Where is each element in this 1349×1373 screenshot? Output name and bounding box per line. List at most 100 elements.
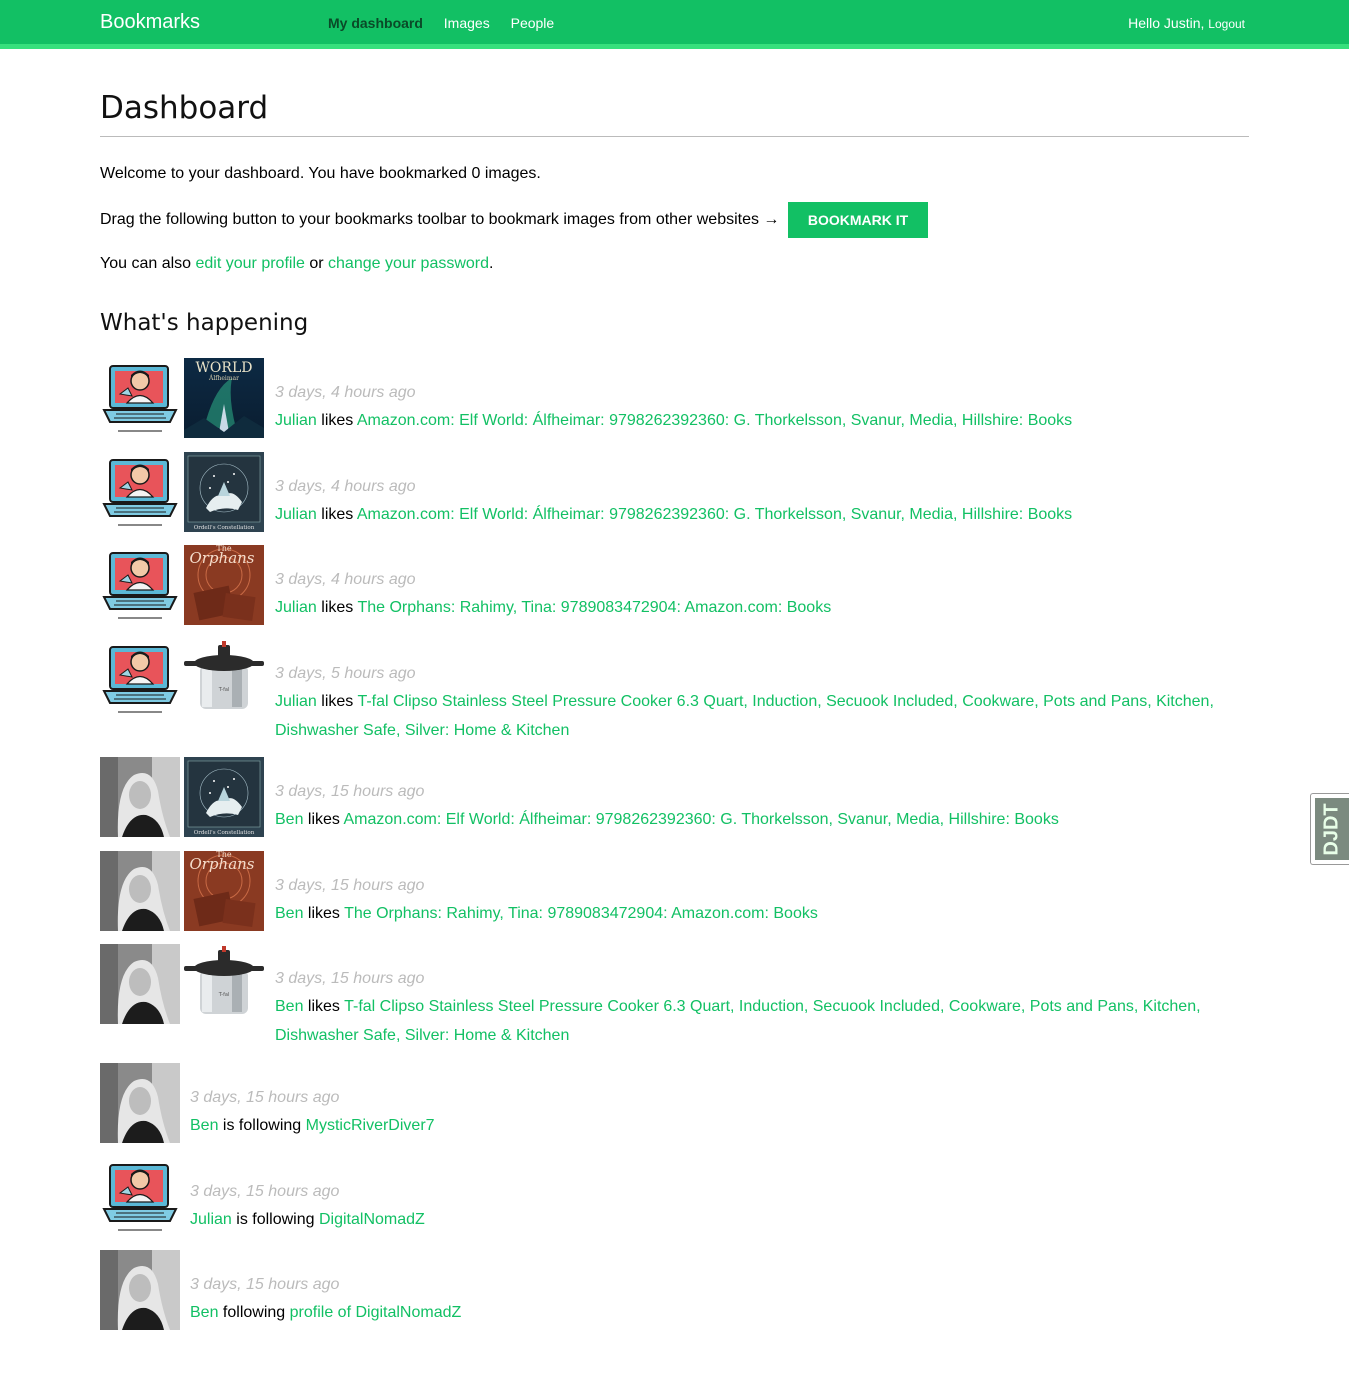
svg-text:T-fal: T-fal xyxy=(218,687,230,693)
site-logo[interactable]: Bookmarks xyxy=(100,11,200,34)
svg-text:Orphans: Orphans xyxy=(189,549,254,567)
pressure-cooker-image: T-fal xyxy=(184,944,264,1024)
pressure-cooker-image: T-fal xyxy=(184,639,264,719)
laptop-man-avatar xyxy=(100,1157,180,1237)
svg-text:Ordell's Constellation: Ordell's Constellation xyxy=(194,830,255,836)
action-verb: likes xyxy=(321,412,354,429)
action-date: 3 days, 15 hours ago xyxy=(275,877,425,894)
logout-link[interactable]: Logout xyxy=(1208,17,1245,31)
action-date: 3 days, 15 hours ago xyxy=(190,1089,340,1106)
action-info: 3 days, 5 hours ago Julian likes T-fal Cl… xyxy=(275,659,1235,745)
action-info: 3 days, 15 hours ago Ben likes The Orphan… xyxy=(275,871,1235,929)
main-menu: My dashboard Images People xyxy=(328,15,571,31)
menu-item-images[interactable]: Images xyxy=(444,15,490,31)
user-greeting: Hello Justin, Logout xyxy=(1128,15,1245,31)
action-target-link[interactable]: MysticRiverDiver7 xyxy=(306,1117,435,1134)
welcome-text: Welcome to your dashboard. You have book… xyxy=(100,165,541,182)
svg-text:Ordell's Constellation: Ordell's Constellation xyxy=(194,525,255,531)
action-target-link[interactable]: DigitalNomadZ xyxy=(319,1211,425,1228)
bookmark-it-button[interactable]: BOOKMARK IT xyxy=(787,202,929,238)
bw-portrait-avatar xyxy=(100,944,180,1024)
laptop-man-avatar xyxy=(100,639,180,719)
edit-profile-link[interactable]: edit your profile xyxy=(196,255,305,272)
section-title: What's happening xyxy=(100,310,309,336)
action-user-link[interactable]: Julian xyxy=(275,412,317,429)
svg-text:Orphans: Orphans xyxy=(189,855,254,873)
laptop-man-avatar xyxy=(100,545,180,625)
laptop-man-avatar xyxy=(100,358,180,438)
orphans-cover-image: The Orphans xyxy=(184,851,264,931)
action-date: 3 days, 4 hours ago xyxy=(275,478,416,495)
action-date: 3 days, 15 hours ago xyxy=(275,970,425,987)
also-text: You can also xyxy=(100,255,192,272)
user-avatar[interactable] xyxy=(100,944,180,1024)
action-info: 3 days, 4 hours ago Julian likes Amazon.c… xyxy=(275,472,1235,530)
target-thumbnail[interactable]: WORLD Álfheimar xyxy=(184,358,264,438)
menu-item-dashboard[interactable]: My dashboard xyxy=(328,15,423,31)
action-verb: following xyxy=(222,1304,286,1321)
user-avatar[interactable] xyxy=(100,1250,180,1330)
action-target-link[interactable]: profile of DigitalNomadZ xyxy=(290,1304,462,1321)
action-target-link[interactable]: T-fal Clipso Stainless Steel Pressure Co… xyxy=(275,998,1201,1044)
target-thumbnail[interactable]: The Orphans xyxy=(184,545,264,625)
bw-portrait-avatar xyxy=(100,1063,180,1143)
action-verb: likes xyxy=(307,905,340,922)
action-date: 3 days, 15 hours ago xyxy=(275,783,425,800)
action-verb: likes xyxy=(321,693,354,710)
action-target-link[interactable]: The Orphans: Rahimy, Tina: 9789083472904… xyxy=(357,599,831,616)
elf-world-cover-image: WORLD Álfheimar xyxy=(184,358,264,438)
target-thumbnail[interactable]: Ordell's Constellation xyxy=(184,452,264,532)
action-user-link[interactable]: Julian xyxy=(275,506,317,523)
action-target-link[interactable]: Amazon.com: Elf World: Álfheimar: 979826… xyxy=(357,412,1072,429)
action-user-link[interactable]: Ben xyxy=(275,811,303,828)
target-thumbnail[interactable]: T-fal xyxy=(184,639,264,719)
action-date: 3 days, 4 hours ago xyxy=(275,384,416,401)
action-info: 3 days, 15 hours ago Ben following profil… xyxy=(190,1270,1235,1328)
debug-toolbar-handle[interactable]: DJDT xyxy=(1310,793,1349,865)
user-avatar[interactable] xyxy=(100,1063,180,1143)
action-info: 3 days, 15 hours ago Julian is following … xyxy=(190,1177,1235,1235)
action-target-link[interactable]: T-fal Clipso Stainless Steel Pressure Co… xyxy=(275,693,1214,739)
action-user-link[interactable]: Ben xyxy=(275,905,303,922)
user-avatar[interactable] xyxy=(100,851,180,931)
action-user-link[interactable]: Julian xyxy=(190,1211,232,1228)
target-thumbnail[interactable]: T-fal xyxy=(184,944,264,1024)
action-verb: likes xyxy=(321,599,354,616)
constellation-cover-image: Ordell's Constellation xyxy=(184,452,264,532)
action-user-link[interactable]: Julian xyxy=(275,693,317,710)
user-avatar[interactable] xyxy=(100,358,180,438)
action-user-link[interactable]: Ben xyxy=(190,1117,218,1134)
main-content: Dashboard Welcome to your dashboard. You… xyxy=(100,90,1249,336)
action-target-link[interactable]: The Orphans: Rahimy, Tina: 9789083472904… xyxy=(344,905,818,922)
action-user-link[interactable]: Julian xyxy=(275,599,317,616)
profile-links-paragraph: You can also edit your profile or change… xyxy=(100,255,494,272)
constellation-cover-image: Ordell's Constellation xyxy=(184,757,264,837)
svg-text:Álfheimar: Álfheimar xyxy=(208,375,239,382)
action-user-link[interactable]: Ben xyxy=(275,998,303,1015)
target-thumbnail[interactable]: Ordell's Constellation xyxy=(184,757,264,837)
action-target-link[interactable]: Amazon.com: Elf World: Álfheimar: 979826… xyxy=(344,811,1059,828)
debug-toolbar-label: DJDT xyxy=(1320,803,1343,856)
bw-portrait-avatar xyxy=(100,851,180,931)
greeting-text: Hello Justin, xyxy=(1128,15,1205,31)
action-info: 3 days, 15 hours ago Ben likes T-fal Clip… xyxy=(275,964,1235,1050)
user-avatar[interactable] xyxy=(100,639,180,719)
action-verb: likes xyxy=(321,506,354,523)
action-target-link[interactable]: Amazon.com: Elf World: Álfheimar: 979826… xyxy=(357,506,1072,523)
target-thumbnail[interactable]: The Orphans xyxy=(184,851,264,931)
action-verb: likes xyxy=(307,811,340,828)
action-verb: is following xyxy=(222,1117,302,1134)
user-avatar[interactable] xyxy=(100,757,180,837)
user-avatar[interactable] xyxy=(100,452,180,532)
change-password-link[interactable]: change your password xyxy=(328,255,489,272)
orphans-cover-image: The Orphans xyxy=(184,545,264,625)
or-text: or xyxy=(309,255,324,272)
action-info: 3 days, 15 hours ago Ben is following Mys… xyxy=(190,1083,1235,1141)
menu-item-people[interactable]: People xyxy=(511,15,555,31)
svg-text:WORLD: WORLD xyxy=(196,360,253,376)
user-avatar[interactable] xyxy=(100,1157,180,1237)
action-info: 3 days, 4 hours ago Julian likes Amazon.c… xyxy=(275,378,1235,436)
user-avatar[interactable] xyxy=(100,545,180,625)
action-verb: is following xyxy=(236,1211,315,1228)
action-user-link[interactable]: Ben xyxy=(190,1304,218,1321)
